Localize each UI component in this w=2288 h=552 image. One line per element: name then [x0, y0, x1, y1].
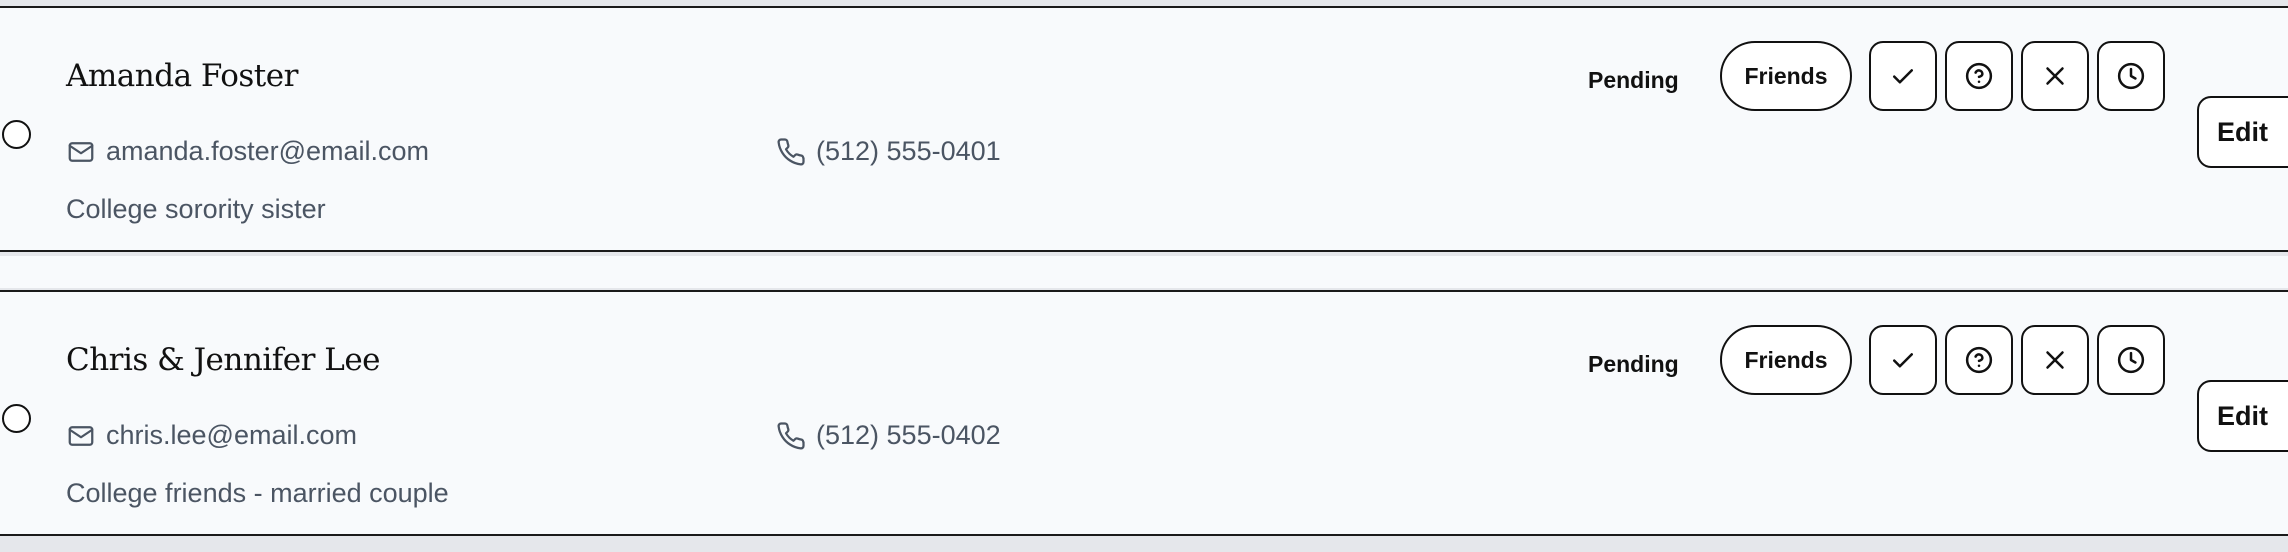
guest-card: Amanda Foster amanda.foster@email.com (5…: [0, 6, 2288, 252]
decline-button[interactable]: [2021, 325, 2089, 395]
x-icon: [2040, 61, 2070, 91]
guest-email: amanda.foster@email.com: [66, 136, 429, 167]
check-icon: [1888, 345, 1918, 375]
phone-icon: [776, 421, 806, 451]
x-icon: [2040, 345, 2070, 375]
clock-icon: [2116, 345, 2146, 375]
email-text: chris.lee@email.com: [106, 420, 357, 450]
clock-icon: [2116, 61, 2146, 91]
phone-text: (512) 555-0401: [816, 136, 1001, 166]
guest-name: Chris & Jennifer Lee: [66, 342, 381, 378]
rsvp-status: Pending: [1588, 67, 1679, 93]
check-icon: [1888, 61, 1918, 91]
guest-phone: (512) 555-0401: [776, 136, 1001, 167]
pending-button[interactable]: [2097, 41, 2165, 111]
group-button[interactable]: Friends: [1720, 41, 1852, 111]
edit-button[interactable]: Edit: [2197, 96, 2288, 168]
confirm-button[interactable]: [1869, 325, 1937, 395]
decline-button[interactable]: [2021, 41, 2089, 111]
email-text: amanda.foster@email.com: [106, 136, 430, 166]
guest-phone: (512) 555-0402: [776, 420, 1001, 451]
confirm-button[interactable]: [1869, 41, 1937, 111]
select-radio[interactable]: [2, 120, 31, 149]
maybe-button[interactable]: [1945, 325, 2013, 395]
question-circle-icon: [1964, 345, 1994, 375]
pending-button[interactable]: [2097, 325, 2165, 395]
group-button[interactable]: Friends: [1720, 325, 1852, 395]
phone-icon: [776, 137, 806, 167]
list-bottom: [0, 540, 2288, 552]
guest-name: Amanda Foster: [66, 58, 298, 94]
guest-list: Amanda Foster amanda.foster@email.com (5…: [0, 0, 2288, 552]
select-radio[interactable]: [2, 404, 31, 433]
phone-text: (512) 555-0402: [816, 420, 1001, 450]
question-circle-icon: [1964, 61, 1994, 91]
mail-icon: [66, 421, 96, 451]
guest-card: Chris & Jennifer Lee chris.lee@email.com…: [0, 290, 2288, 536]
maybe-button[interactable]: [1945, 41, 2013, 111]
guest-note: College sorority sister: [66, 194, 326, 224]
mail-icon: [66, 137, 96, 167]
guest-note: College friends - married couple: [66, 478, 449, 508]
edit-button[interactable]: Edit: [2197, 380, 2288, 452]
rsvp-status: Pending: [1588, 351, 1679, 377]
row-divider: [0, 256, 2288, 288]
guest-email: chris.lee@email.com: [66, 420, 357, 451]
